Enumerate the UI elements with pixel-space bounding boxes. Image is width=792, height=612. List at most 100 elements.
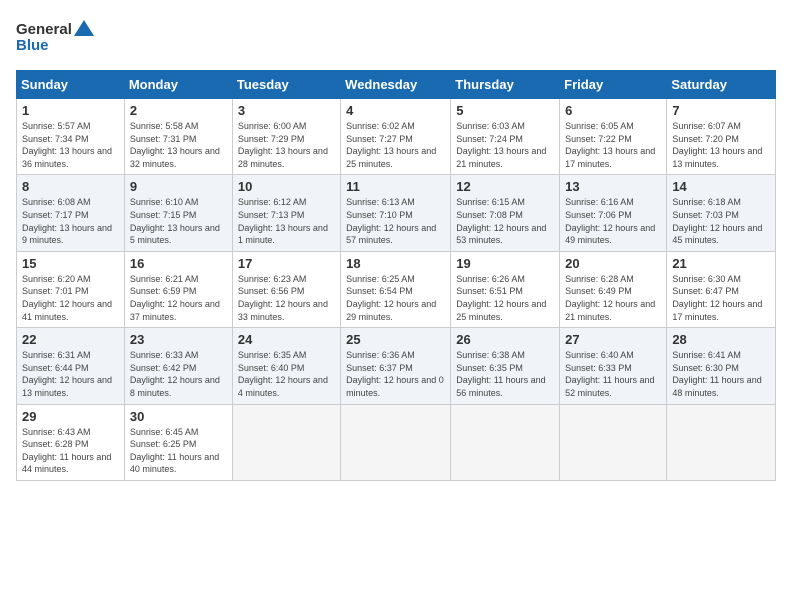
day-number: 22 [22,332,119,347]
calendar-week-4: 22 Sunrise: 6:31 AMSunset: 6:44 PMDayligh… [17,328,776,404]
day-info: Sunrise: 6:35 AMSunset: 6:40 PMDaylight:… [238,349,335,399]
day-number: 14 [672,179,770,194]
day-number: 17 [238,256,335,271]
day-number: 4 [346,103,445,118]
day-info: Sunrise: 6:45 AMSunset: 6:25 PMDaylight:… [130,426,227,476]
calendar-cell: 5 Sunrise: 6:03 AMSunset: 7:24 PMDaylight… [451,99,560,175]
day-info: Sunrise: 6:43 AMSunset: 6:28 PMDaylight:… [22,426,119,476]
calendar-cell [667,404,776,480]
day-number: 23 [130,332,227,347]
day-number: 30 [130,409,227,424]
day-header-monday: Monday [124,71,232,99]
day-number: 24 [238,332,335,347]
day-info: Sunrise: 6:26 AMSunset: 6:51 PMDaylight:… [456,273,554,323]
day-info: Sunrise: 6:31 AMSunset: 6:44 PMDaylight:… [22,349,119,399]
calendar-cell: 23 Sunrise: 6:33 AMSunset: 6:42 PMDayligh… [124,328,232,404]
day-info: Sunrise: 6:08 AMSunset: 7:17 PMDaylight:… [22,196,119,246]
calendar-cell: 2Sunrise: 5:58 AMSunset: 7:31 PMDaylight… [124,99,232,175]
day-info: Sunrise: 6:30 AMSunset: 6:47 PMDaylight:… [672,273,770,323]
calendar-cell: 17 Sunrise: 6:23 AMSunset: 6:56 PMDayligh… [232,251,340,327]
calendar-cell: 12 Sunrise: 6:15 AMSunset: 7:08 PMDayligh… [451,175,560,251]
day-number: 20 [565,256,661,271]
day-number: 29 [22,409,119,424]
day-number: 21 [672,256,770,271]
day-info: Sunrise: 6:10 AMSunset: 7:15 PMDaylight:… [130,196,227,246]
calendar-cell: 9 Sunrise: 6:10 AMSunset: 7:15 PMDaylight… [124,175,232,251]
calendar-cell [451,404,560,480]
day-info: Sunrise: 6:23 AMSunset: 6:56 PMDaylight:… [238,273,335,323]
calendar-cell: 25 Sunrise: 6:36 AMSunset: 6:37 PMDayligh… [341,328,451,404]
day-header-wednesday: Wednesday [341,71,451,99]
day-info: Sunrise: 6:36 AMSunset: 6:37 PMDaylight:… [346,349,445,399]
day-number: 18 [346,256,445,271]
day-number: 5 [456,103,554,118]
day-info: Sunrise: 6:28 AMSunset: 6:49 PMDaylight:… [565,273,661,323]
day-number: 11 [346,179,445,194]
day-header-saturday: Saturday [667,71,776,99]
day-number: 16 [130,256,227,271]
day-number: 10 [238,179,335,194]
page-header: General Blue [16,16,776,60]
day-info: Sunrise: 6:03 AMSunset: 7:24 PMDaylight:… [456,120,554,170]
calendar-cell: 6 Sunrise: 6:05 AMSunset: 7:22 PMDaylight… [560,99,667,175]
calendar-cell: 11 Sunrise: 6:13 AMSunset: 7:10 PMDayligh… [341,175,451,251]
day-info: Sunrise: 6:41 AMSunset: 6:30 PMDaylight:… [672,349,770,399]
day-info: Sunrise: 6:25 AMSunset: 6:54 PMDaylight:… [346,273,445,323]
calendar-cell: 1Sunrise: 5:57 AMSunset: 7:34 PMDaylight… [17,99,125,175]
calendar-cell: 3Sunrise: 6:00 AMSunset: 7:29 PMDaylight… [232,99,340,175]
day-info: Sunrise: 6:05 AMSunset: 7:22 PMDaylight:… [565,120,661,170]
calendar-cell [232,404,340,480]
day-header-tuesday: Tuesday [232,71,340,99]
calendar-cell: 28 Sunrise: 6:41 AMSunset: 6:30 PMDayligh… [667,328,776,404]
svg-text:General: General [16,21,72,38]
day-number: 19 [456,256,554,271]
calendar-cell [560,404,667,480]
logo: General Blue [16,16,96,60]
day-info: Sunrise: 6:18 AMSunset: 7:03 PMDaylight:… [672,196,770,246]
day-info: Sunrise: 6:02 AMSunset: 7:27 PMDaylight:… [346,120,445,170]
day-number: 7 [672,103,770,118]
day-info: Sunrise: 6:20 AMSunset: 7:01 PMDaylight:… [22,273,119,323]
calendar-cell: 19 Sunrise: 6:26 AMSunset: 6:51 PMDayligh… [451,251,560,327]
logo-svg: General Blue [16,16,96,60]
day-number: 26 [456,332,554,347]
day-number: 13 [565,179,661,194]
day-number: 28 [672,332,770,347]
calendar-cell: 22 Sunrise: 6:31 AMSunset: 6:44 PMDayligh… [17,328,125,404]
calendar-cell: 10Sunrise: 6:12 AMSunset: 7:13 PMDayligh… [232,175,340,251]
day-number: 6 [565,103,661,118]
svg-text:Blue: Blue [16,37,49,54]
day-number: 9 [130,179,227,194]
day-number: 15 [22,256,119,271]
day-header-sunday: Sunday [17,71,125,99]
day-header-friday: Friday [560,71,667,99]
calendar-cell: 24 Sunrise: 6:35 AMSunset: 6:40 PMDayligh… [232,328,340,404]
calendar-cell: 8 Sunrise: 6:08 AMSunset: 7:17 PMDaylight… [17,175,125,251]
day-number: 8 [22,179,119,194]
calendar-cell: 14 Sunrise: 6:18 AMSunset: 7:03 PMDayligh… [667,175,776,251]
day-info: Sunrise: 6:00 AMSunset: 7:29 PMDaylight:… [238,120,335,170]
calendar-cell: 21 Sunrise: 6:30 AMSunset: 6:47 PMDayligh… [667,251,776,327]
day-info: Sunrise: 5:58 AMSunset: 7:31 PMDaylight:… [130,120,227,170]
day-number: 25 [346,332,445,347]
day-info: Sunrise: 6:15 AMSunset: 7:08 PMDaylight:… [456,196,554,246]
calendar-cell: 29 Sunrise: 6:43 AMSunset: 6:28 PMDayligh… [17,404,125,480]
day-number: 12 [456,179,554,194]
calendar-cell: 27Sunrise: 6:40 AMSunset: 6:33 PMDayligh… [560,328,667,404]
calendar-cell: 18 Sunrise: 6:25 AMSunset: 6:54 PMDayligh… [341,251,451,327]
calendar-cell: 16Sunrise: 6:21 AMSunset: 6:59 PMDayligh… [124,251,232,327]
calendar-cell: 26 Sunrise: 6:38 AMSunset: 6:35 PMDayligh… [451,328,560,404]
day-info: Sunrise: 6:13 AMSunset: 7:10 PMDaylight:… [346,196,445,246]
day-info: Sunrise: 6:38 AMSunset: 6:35 PMDaylight:… [456,349,554,399]
calendar-cell: 15 Sunrise: 6:20 AMSunset: 7:01 PMDayligh… [17,251,125,327]
calendar-table: SundayMondayTuesdayWednesdayThursdayFrid… [16,70,776,481]
day-info: Sunrise: 5:57 AMSunset: 7:34 PMDaylight:… [22,120,119,170]
day-info: Sunrise: 6:07 AMSunset: 7:20 PMDaylight:… [672,120,770,170]
day-header-thursday: Thursday [451,71,560,99]
calendar-header-row: SundayMondayTuesdayWednesdayThursdayFrid… [17,71,776,99]
day-info: Sunrise: 6:33 AMSunset: 6:42 PMDaylight:… [130,349,227,399]
calendar-cell [341,404,451,480]
calendar-cell: 30 Sunrise: 6:45 AMSunset: 6:25 PMDayligh… [124,404,232,480]
day-info: Sunrise: 6:16 AMSunset: 7:06 PMDaylight:… [565,196,661,246]
calendar-cell: 13 Sunrise: 6:16 AMSunset: 7:06 PMDayligh… [560,175,667,251]
